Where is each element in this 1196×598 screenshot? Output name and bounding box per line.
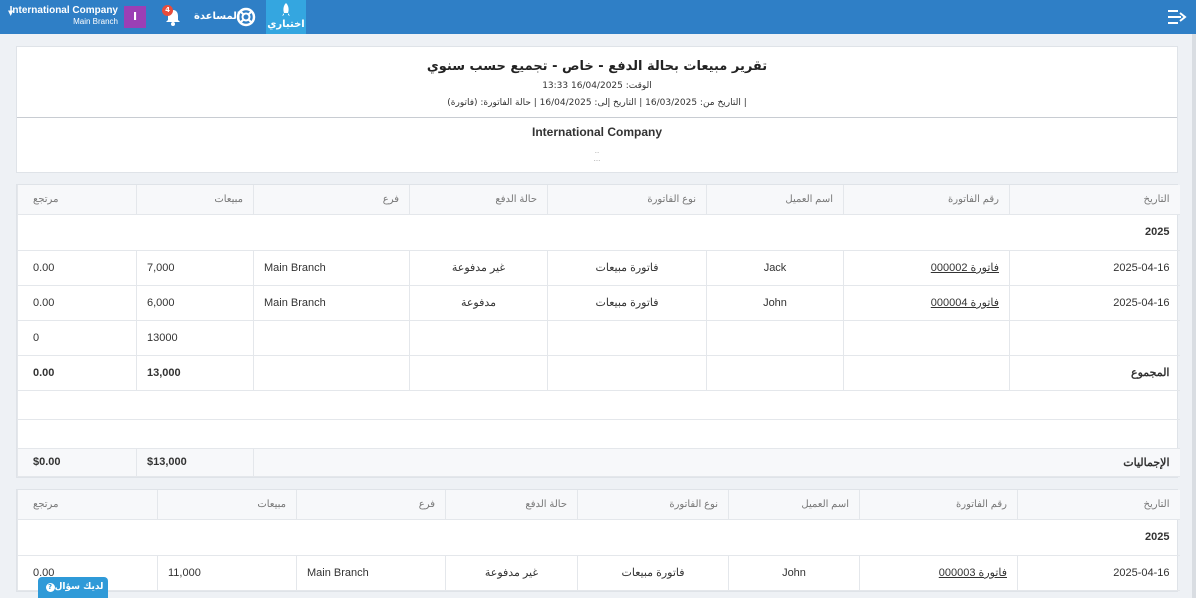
col-status[interactable]: حالة الدفع [445,490,578,520]
cell-type: فاتورة مبيعات [547,250,707,286]
invoice-link[interactable]: فاتورة 000004 [931,297,999,309]
invoice-link[interactable]: فاتورة 000002 [931,262,999,274]
sales-table-1: التاريخ رقم الفاتورة اسم العميل نوع الفا… [16,184,1180,478]
cell-customer: John [706,285,844,321]
table-header: التاريخ رقم الفاتورة اسم العميل نوع الفا… [17,490,1180,520]
grand-total-label: الإجماليات [253,448,1180,477]
cell-status: مدفوعة [409,285,548,321]
caret-down-icon: ▼ [8,9,14,17]
cell-date: 2025-04-16 [1017,555,1180,591]
dots-line-2: ... [593,155,601,163]
col-returns[interactable]: مرتجع [17,185,137,215]
rocket-icon [282,3,290,16]
ask-label: لديك سؤال [54,582,104,592]
cell-returns: 0.00 [17,250,137,286]
trial-button[interactable]: اختباري [266,0,306,34]
col-branch[interactable]: فرع [296,490,446,520]
help-label: المساعدة [194,11,241,22]
table-row: 2025-04-16 فاتورة 000002 Jack فاتورة مبي… [17,250,1180,286]
subtotal-row: 13000 0 [17,320,1180,356]
cell-branch: Main Branch [296,555,446,591]
col-date[interactable]: التاريخ [1009,185,1180,215]
notification-badge: 4 [162,5,173,16]
report-filters: التاريخ من: 16/03/2025 | التاريخ إلى: 16… [447,98,747,108]
col-invoice[interactable]: رقم الفاتورة [859,490,1018,520]
cell-status: غير مدفوعة [445,555,578,591]
sales-table-2: التاريخ رقم الفاتورة اسم العميل نوع الفا… [16,489,1180,592]
avatar[interactable]: I [124,6,146,28]
col-type[interactable]: نوع الفاتورة [577,490,729,520]
cell-date: 2025-04-16 [1009,285,1180,321]
invoice-link[interactable]: فاتورة 000003 [939,567,1007,579]
ask-question-button[interactable]: ? لديك سؤال [38,577,108,598]
cell-branch: Main Branch [253,250,410,286]
company-name: International Company [9,5,118,16]
report-company: International Company [531,125,662,139]
cell-branch: Main Branch [253,285,410,321]
cell-returns: 0.00 [17,285,137,321]
cell-invoice: فاتورة 000003 [859,555,1018,591]
col-customer[interactable]: اسم العميل [728,490,860,520]
col-type[interactable]: نوع الفاتورة [547,185,707,215]
question-icon: ? [45,583,55,592]
cell-sales: 11,000 [157,555,297,591]
menu-toggle-icon[interactable] [1166,7,1188,27]
report-title: تقرير مبيعات بحالة الدفع - خاص - تجميع ح… [426,59,768,74]
col-date[interactable]: التاريخ [1017,490,1180,520]
cell-date: 2025-04-16 [1009,250,1180,286]
col-customer[interactable]: اسم العميل [706,185,844,215]
cell-sales: 7,000 [136,250,254,286]
col-status[interactable]: حالة الدفع [409,185,548,215]
trial-label: اختباري [267,19,305,30]
cell-status: غير مدفوعة [409,250,548,286]
year-label: 2025 [17,214,1180,251]
cell-type: فاتورة مبيعات [547,285,707,321]
divider [17,117,1177,118]
year-row: 2025 [17,519,1180,556]
col-sales[interactable]: مبيعات [136,185,254,215]
total-label: المجموع [1009,355,1180,391]
report-dots: .. ... [17,147,1177,163]
report-header: تقرير مبيعات بحالة الدفع - خاص - تجميع ح… [16,46,1178,173]
dots-line-1: .. [594,147,600,155]
total-sales: 13,000 [136,355,254,391]
grand-total-row: الإجماليات $13,000 $0.00 [17,448,1180,477]
spacer-row [17,390,1180,420]
cell-invoice: فاتورة 000004 [843,285,1010,321]
year-label: 2025 [17,519,1180,556]
year-row: 2025 [17,214,1180,251]
total-returns: 0.00 [17,355,137,391]
cell-type: فاتورة مبيعات [577,555,729,591]
cell-invoice: فاتورة 000002 [843,250,1010,286]
spacer-row [17,419,1180,449]
table-header: التاريخ رقم الفاتورة اسم العميل نوع الفا… [17,185,1180,215]
cell-sales: 6,000 [136,285,254,321]
total-row: المجموع 13,000 0.00 [17,355,1180,391]
lifebuoy-icon [236,7,256,27]
col-sales[interactable]: مبيعات [157,490,297,520]
scrollbar[interactable] [1192,34,1196,598]
table-row: 2025-04-16 فاتورة 000003 John فاتورة مبي… [17,555,1180,591]
top-bar: ▼ International Company Main Branch I 4 … [0,0,1196,34]
col-branch[interactable]: فرع [253,185,410,215]
subtotal-sales: 13000 [136,320,254,356]
grand-total-returns: $0.00 [17,448,137,477]
branch-name: Main Branch [73,17,118,26]
cell-customer: John [728,555,860,591]
grand-total-sales: $13,000 [136,448,254,477]
col-returns[interactable]: مرتجع [17,490,158,520]
table-row: 2025-04-16 فاتورة 000004 John فاتورة مبي… [17,285,1180,321]
report-time: الوقت: 16/04/2025 13:33 [542,81,652,91]
cell-customer: Jack [706,250,844,286]
col-invoice[interactable]: رقم الفاتورة [843,185,1010,215]
company-switcher[interactable]: ▼ International Company Main Branch [8,5,118,26]
subtotal-returns: 0 [17,320,137,356]
